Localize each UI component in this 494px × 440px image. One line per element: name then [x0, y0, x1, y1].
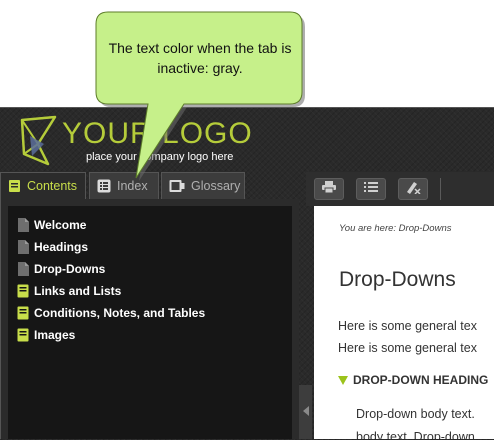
toc-item-links-and-lists[interactable]: Links and Lists	[15, 282, 121, 300]
pane-splitter[interactable]	[299, 385, 312, 439]
page-icon	[15, 218, 31, 232]
toc-item-label: Welcome	[34, 218, 87, 232]
toc-item-images[interactable]: Images	[15, 326, 75, 344]
dropdown-heading-label: DROP-DOWN HEADING	[353, 373, 489, 387]
callout-text: The text color when the tab is inactive:…	[108, 40, 292, 76]
toc-item-label: Images	[34, 328, 76, 342]
triangle-down-icon	[338, 375, 348, 385]
page-title: Drop-Downs	[339, 268, 456, 291]
toc-tree: Welcome Headings Drop-Downs Links and Li…	[8, 206, 292, 439]
toc-item-label: Conditions, Notes, and Tables	[34, 306, 206, 320]
paragraph: Here is some general tex	[338, 341, 477, 355]
callout-bubble	[95, 11, 305, 181]
dropdown-body: body text. Drop-down	[356, 430, 475, 439]
dropdown-body: Drop-down body text.	[356, 407, 475, 421]
topic-content: You are here: Drop-Downs Drop-Downs Here…	[314, 206, 494, 439]
chevron-left-icon	[302, 403, 309, 421]
page-icon	[15, 240, 31, 254]
breadcrumb: You are here: Drop-Downs	[339, 223, 452, 234]
toc-item-headings[interactable]: Headings	[15, 238, 88, 256]
dropdown-heading[interactable]: DROP-DOWN HEADING	[338, 373, 488, 387]
book-icon	[15, 306, 31, 320]
toc-item-label: Drop-Downs	[34, 262, 106, 276]
paragraph: Here is some general tex	[338, 319, 477, 333]
book-icon	[15, 328, 31, 342]
toc-item-drop-downs[interactable]: Drop-Downs	[15, 260, 105, 278]
toc-item-conditions-notes-tables[interactable]: Conditions, Notes, and Tables	[15, 304, 205, 322]
page-icon	[15, 262, 31, 276]
toc-item-label: Headings	[34, 240, 89, 254]
toc-item-label: Links and Lists	[34, 284, 122, 298]
book-icon	[15, 284, 31, 298]
